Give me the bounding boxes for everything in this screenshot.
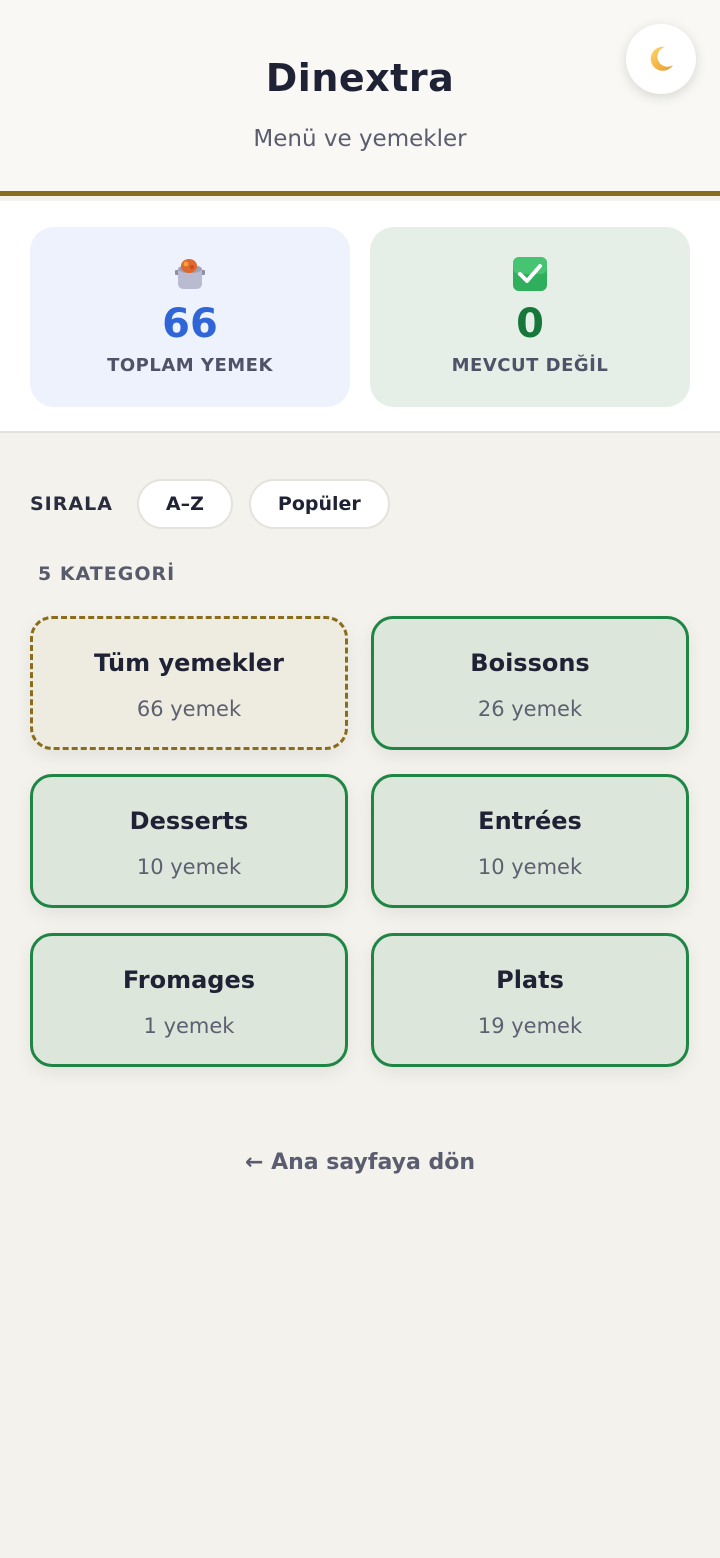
sort-popular-button[interactable]: Popüler xyxy=(248,479,390,529)
sort-az-button[interactable]: A–Z xyxy=(136,479,233,529)
category-name: Plats xyxy=(496,966,564,994)
category-name: Fromages xyxy=(122,966,256,994)
category-count: 5 KATEGORİ xyxy=(38,563,176,585)
moon-icon xyxy=(650,46,673,71)
category-card-desserts[interactable]: Desserts 10 yemek xyxy=(30,774,348,908)
back-to-home-link[interactable]: ← Ana sayfaya dön xyxy=(0,1150,720,1175)
category-dish-count: 19 yemek xyxy=(477,1014,583,1038)
category-dish-count: 1 yemek xyxy=(143,1014,235,1038)
check-mark-icon xyxy=(370,255,690,293)
stats-section: 66 TOPLAM YEMEK 0 MEVCUT DEĞİL xyxy=(0,201,720,433)
app-title: Dinextra xyxy=(265,56,455,100)
category-name: Entrées xyxy=(478,807,582,835)
category-dish-count: 10 yemek xyxy=(477,855,583,879)
category-card-boissons[interactable]: Boissons 26 yemek xyxy=(371,616,689,750)
unavailable-dishes-card: 0 MEVCUT DEĞİL xyxy=(370,227,690,407)
sort-label: SIRALA xyxy=(30,493,113,515)
category-card-all[interactable]: Tüm yemekler 66 yemek xyxy=(30,616,348,750)
unavailable-dishes-label: MEVCUT DEĞİL xyxy=(451,355,609,376)
category-dish-count: 66 yemek xyxy=(136,697,242,721)
app-header: Dinextra Menü ve yemekler xyxy=(0,0,720,196)
unavailable-dishes-value: 0 xyxy=(516,301,544,347)
category-card-plats[interactable]: Plats 19 yemek xyxy=(371,933,689,1067)
cooking-pot-icon xyxy=(30,255,350,293)
category-card-fromages[interactable]: Fromages 1 yemek xyxy=(30,933,348,1067)
category-name: Boissons xyxy=(470,649,590,677)
category-dish-count: 10 yemek xyxy=(136,855,242,879)
total-dishes-value: 66 xyxy=(162,301,218,347)
category-name: Tüm yemekler xyxy=(93,649,285,677)
total-dishes-card: 66 TOPLAM YEMEK xyxy=(30,227,350,407)
category-dish-count: 26 yemek xyxy=(477,697,583,721)
total-dishes-label: TOPLAM YEMEK xyxy=(107,355,273,376)
category-card-entrees[interactable]: Entrées 10 yemek xyxy=(371,774,689,908)
app-subtitle: Menü ve yemekler xyxy=(253,126,467,152)
sort-controls: SIRALA A–Z Popüler xyxy=(30,478,406,530)
category-name: Desserts xyxy=(129,807,249,835)
theme-toggle-button[interactable] xyxy=(626,24,696,94)
